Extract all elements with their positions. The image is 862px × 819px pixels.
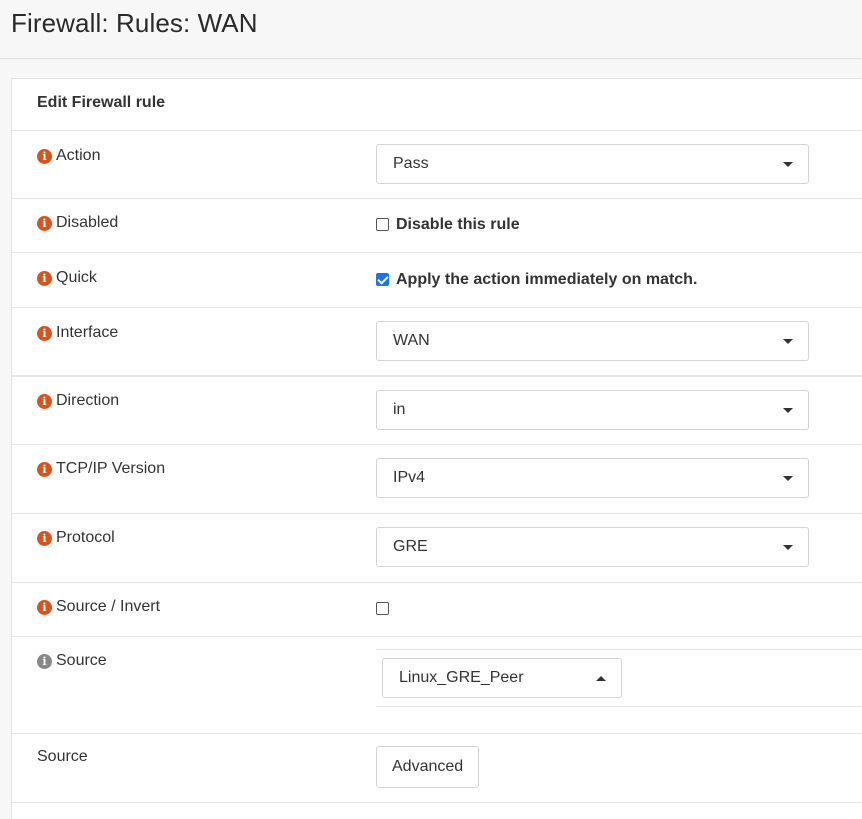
row-quick: i Quick Apply the action immediately on … [12,253,862,308]
tcpip-version-label: i TCP/IP Version [37,460,165,478]
quick-label: i Quick [37,269,97,287]
chevron-down-icon [783,408,793,413]
info-icon[interactable]: i [37,270,52,286]
action-select-value: Pass [393,155,429,172]
action-label: i Action [37,147,100,165]
info-icon[interactable]: i [37,325,52,341]
row-tcpip-version: i TCP/IP Version IPv4 [12,445,862,514]
tcpip-version-select[interactable]: IPv4 [376,458,809,498]
info-icon[interactable]: i [37,653,52,669]
quick-checkbox[interactable] [376,273,389,286]
source-select[interactable]: Linux_GRE_Peer [382,658,622,698]
source-invert-checkbox[interactable] [376,602,389,615]
info-icon[interactable]: i [37,599,52,615]
row-protocol: i Protocol GRE [12,514,862,583]
row-interface: i Interface WAN [12,308,862,377]
source-invert-label: i Source / Invert [37,598,160,616]
row-disabled: i Disabled Disable this rule [12,199,862,253]
source-label-text: Source [56,652,107,669]
source-select-value: Linux_GRE_Peer [399,669,524,686]
protocol-label: i Protocol [37,529,115,547]
disabled-label: i Disabled [37,214,118,232]
row-source-invert: i Source / Invert [12,583,862,637]
source-label: i Source [37,652,107,670]
disabled-label-text: Disabled [56,214,119,231]
direction-select-value: in [393,401,406,418]
chevron-down-icon [783,545,793,550]
row-source: i Source Linux_GRE_Peer [12,637,862,734]
direction-label: i Direction [37,392,119,410]
interface-label-text: Interface [56,324,119,341]
info-icon[interactable]: i [37,530,52,546]
interface-label: i Interface [37,324,118,342]
info-icon[interactable]: i [37,393,52,409]
info-icon[interactable]: i [37,215,52,231]
interface-select-value: WAN [393,332,430,349]
row-direction: i Direction in [12,377,862,445]
action-label-text: Action [56,147,101,164]
info-icon[interactable]: i [37,148,52,164]
chevron-down-icon [783,476,793,481]
tcpip-version-label-text: TCP/IP Version [56,460,166,477]
panel-heading: Edit Firewall rule [12,79,862,131]
source-invert-label-text: Source / Invert [56,598,161,615]
checkmark-icon [377,273,389,285]
panel-heading-title: Edit Firewall rule [37,94,166,111]
tcpip-version-select-value: IPv4 [393,469,426,486]
page-header: Firewall: Rules: WAN [0,0,862,59]
disable-rule-checkbox[interactable] [376,218,389,231]
source-advanced-label: Source [37,748,88,766]
info-icon[interactable]: i [37,461,52,477]
chevron-up-icon [596,676,606,681]
protocol-label-text: Protocol [56,529,115,546]
protocol-select-value: GRE [393,538,428,555]
row-action: i Action Pass [12,130,862,199]
disable-rule-checkbox-label[interactable]: Disable this rule [396,216,520,234]
protocol-select[interactable]: GRE [376,527,809,567]
action-select[interactable]: Pass [376,144,809,184]
advanced-button[interactable]: Advanced [376,746,480,788]
row-source-advanced: Source Advanced [12,734,862,803]
direction-label-text: Direction [56,392,120,409]
direction-select[interactable]: in [376,390,809,430]
quick-checkbox-label[interactable]: Apply the action immediately on match. [396,271,697,289]
chevron-down-icon [783,339,793,344]
edit-rule-panel: Edit Firewall rule i Action Pass i Disab… [11,78,862,819]
source-advanced-label-text: Source [37,748,88,765]
quick-label-text: Quick [56,269,97,286]
interface-select[interactable]: WAN [376,321,809,361]
source-dropdown-container: Linux_GRE_Peer [376,649,862,707]
chevron-down-icon [783,162,793,167]
page-title: Firewall: Rules: WAN [11,8,258,38]
